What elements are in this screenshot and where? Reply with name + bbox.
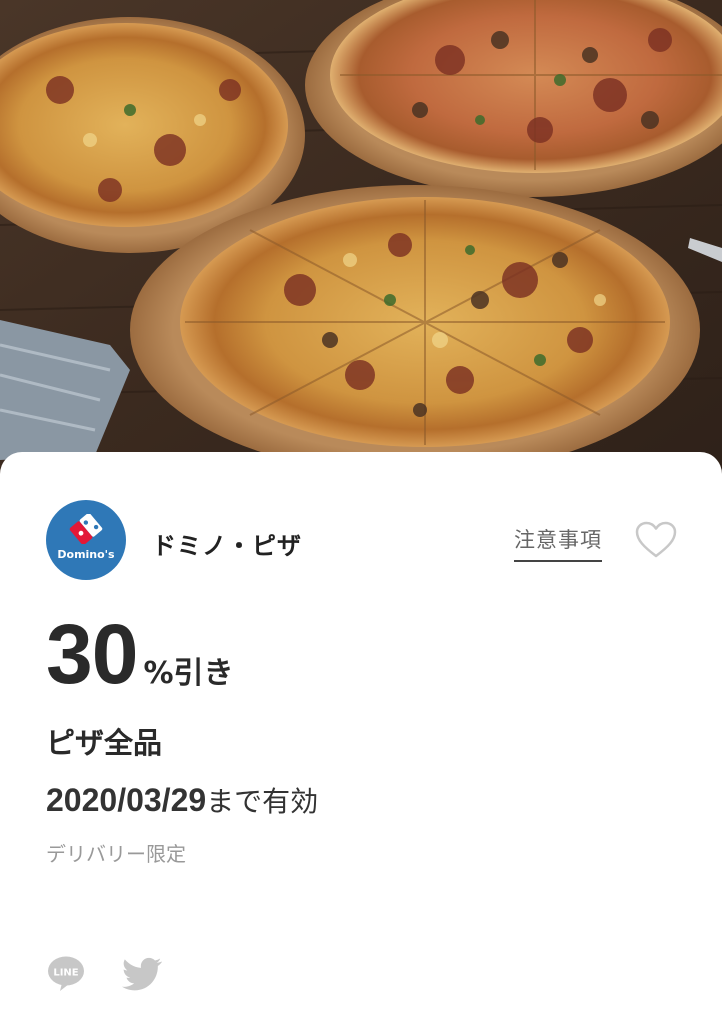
product-label: ピザ全品 [46, 726, 163, 760]
discount: 30 %引き [46, 612, 234, 702]
logo-text: Domino's [57, 547, 115, 561]
line-icon[interactable]: LINE [46, 954, 86, 994]
notes-link[interactable]: 注意事項 [514, 524, 602, 562]
coupon-card: Domino's ドミノ・ピザ 注意事項 30 %引き ピザ全品 2020/03/… [0, 452, 722, 1024]
heart-outline-icon[interactable] [634, 520, 678, 560]
brand-row: Domino's ドミノ・ピザ 注意事項 [46, 500, 678, 584]
domino-tile-icon [69, 512, 103, 545]
discount-unit: %引き [143, 656, 234, 691]
expiry-suffix: まで有効 [206, 785, 319, 818]
brand-name: ドミノ・ピザ [152, 532, 302, 560]
hero-pizza-photo [0, 0, 722, 490]
dominos-logo: Domino's [46, 500, 126, 580]
expiry: 2020/03/29まで有効 [46, 780, 318, 820]
discount-value: 30 [46, 607, 138, 701]
twitter-bird-icon[interactable] [120, 954, 164, 994]
delivery-note: デリバリー限定 [46, 842, 186, 866]
line-icon-text: LINE [53, 968, 78, 979]
expiry-date: 2020/03/29 [46, 782, 207, 818]
